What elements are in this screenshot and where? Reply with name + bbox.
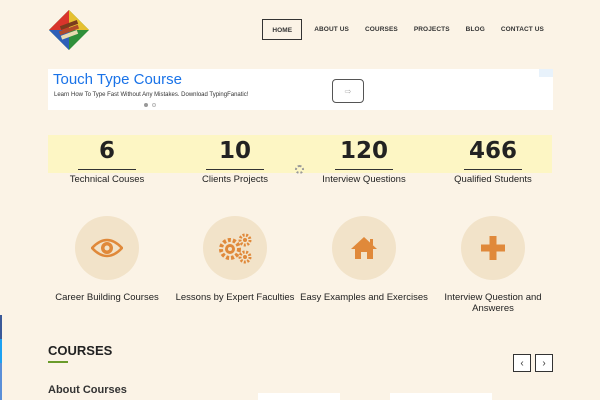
nav-projects[interactable]: PROJECTS (406, 19, 458, 40)
feature-icon-circle (203, 216, 267, 280)
twitter-share-tab[interactable] (0, 339, 2, 363)
stat-number: 466 (468, 138, 517, 164)
feature-expert-lessons[interactable]: Lessons by Expert Faculties (170, 216, 300, 303)
feature-label: Interview Question and Answeres (444, 292, 542, 314)
ad-choices-icon[interactable] (539, 69, 553, 77)
stat-number: 10 (218, 138, 251, 164)
nav-contact-us[interactable]: CONTACT US (493, 19, 552, 40)
ad-dot[interactable] (152, 103, 156, 107)
course-card[interactable] (258, 393, 340, 400)
plus-icon (481, 236, 505, 260)
nav-about-us[interactable]: ABOUT US (306, 19, 357, 40)
stat-label: Technical Couses (69, 174, 145, 185)
carousel-prev-button[interactable]: ‹ (513, 354, 531, 372)
ad-title[interactable]: Touch Type Course (53, 71, 182, 88)
feature-icon-circle (75, 216, 139, 280)
arrow-right-icon: ⇨ (344, 86, 352, 96)
stat-divider (78, 169, 136, 170)
feature-icon-circle (332, 216, 396, 280)
stat-divider (335, 169, 393, 170)
ad-description: Learn How To Type Fast Without Any Mista… (54, 92, 249, 98)
stat-interview-questions: 120 Interview Questions (300, 136, 428, 185)
feature-label: Career Building Courses (55, 292, 159, 303)
feature-career-building[interactable]: Career Building Courses (42, 216, 172, 303)
stat-qualified-students: 466 Qualified Students (429, 136, 557, 185)
nav-blog[interactable]: BLOG (458, 19, 493, 40)
eye-icon (91, 238, 123, 258)
home-icon (351, 237, 377, 259)
feature-interview-qa[interactable]: Interview Question and Answeres (428, 216, 558, 314)
stat-technical-courses: 6 Technical Couses (43, 136, 171, 185)
stat-client-projects: 10 Clients Projects (171, 136, 299, 185)
courses-heading: COURSES (48, 343, 113, 358)
nav-home[interactable]: HOME (262, 19, 303, 40)
stat-label: Qualified Students (454, 174, 532, 185)
facebook-share-tab[interactable] (0, 315, 2, 339)
books-logo-icon (49, 10, 89, 50)
main-nav: HOME ABOUT US COURSES PROJECTS BLOG CONT… (262, 19, 552, 40)
stat-number: 120 (339, 138, 388, 164)
gears-icon (219, 233, 252, 264)
site-logo[interactable] (48, 9, 90, 51)
stat-number: 6 (98, 138, 115, 164)
chevron-right-icon: › (542, 357, 546, 369)
heading-underline (48, 361, 68, 363)
chevron-left-icon: ‹ (520, 357, 524, 369)
feature-label: Lessons by Expert Faculties (175, 292, 295, 303)
loading-spinner-icon (295, 165, 304, 174)
stat-divider (206, 169, 264, 170)
feature-label: Easy Examples and Exercises (300, 292, 428, 303)
course-card[interactable] (390, 393, 492, 400)
ad-banner[interactable]: Touch Type Course Learn How To Type Fast… (48, 69, 553, 110)
ad-dot-active[interactable] (144, 103, 148, 107)
stat-divider (464, 169, 522, 170)
feature-easy-examples[interactable]: Easy Examples and Exercises (299, 216, 429, 303)
share-tab[interactable] (0, 363, 2, 400)
feature-icon-circle (461, 216, 525, 280)
stat-label: Interview Questions (322, 174, 406, 185)
ad-open-button[interactable]: ⇨ (332, 79, 364, 103)
about-courses-heading: About Courses (48, 384, 127, 396)
stat-label: Clients Projects (202, 174, 268, 185)
nav-courses[interactable]: COURSES (357, 19, 406, 40)
carousel-next-button[interactable]: › (535, 354, 553, 372)
ad-pagination (144, 103, 156, 107)
